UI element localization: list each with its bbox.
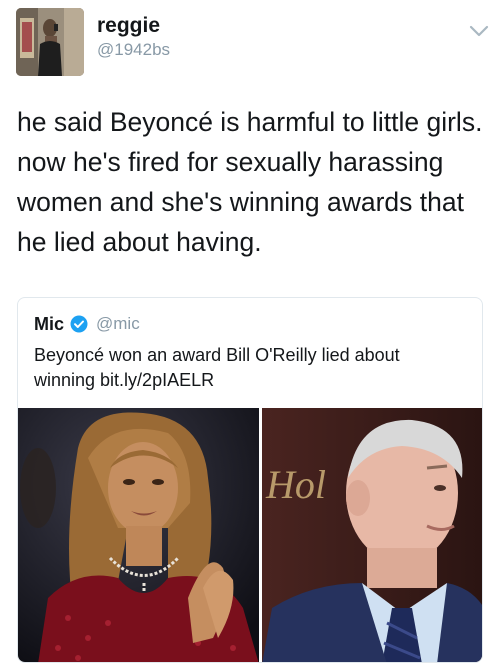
background-sign-text: Hol — [265, 462, 326, 507]
quote-media[interactable]: Hol — [18, 408, 482, 662]
photo-man-in-suit[interactable]: Hol — [262, 408, 482, 662]
quote-author-handle[interactable]: @mic — [96, 314, 140, 334]
quoted-tweet-card[interactable]: Mic @mic Beyoncé won an award Bill O'Rei… — [17, 297, 483, 663]
tweet-line: now he's fired for sexually harassing — [17, 147, 444, 177]
tweet-text: he said Beyoncé is harmful to little gir… — [17, 102, 489, 262]
quote-line[interactable]: winning bit.ly/2pIAELR — [34, 368, 474, 393]
quote-line: Beyoncé won an award Bill O'Reilly lied … — [34, 345, 400, 365]
quote-header: Mic @mic — [34, 312, 140, 336]
tweet-line: women and she's winning awards that — [17, 187, 464, 217]
author-name[interactable]: reggie — [97, 14, 160, 38]
profile-photo-icon — [16, 8, 84, 76]
quote-author-name[interactable]: Mic — [34, 314, 64, 335]
quote-text: Beyoncé won an award Bill O'Reilly lied … — [34, 343, 474, 393]
author-handle[interactable]: @1942bs — [97, 40, 170, 60]
photo-woman-clapping[interactable] — [18, 408, 259, 662]
tweet-line: he said Beyoncé is harmful to little gir… — [17, 107, 483, 137]
verified-badge-icon — [70, 315, 88, 333]
avatar[interactable] — [16, 8, 84, 76]
tweet-line: he lied about having. — [17, 227, 262, 257]
chevron-down-icon[interactable] — [468, 24, 490, 38]
